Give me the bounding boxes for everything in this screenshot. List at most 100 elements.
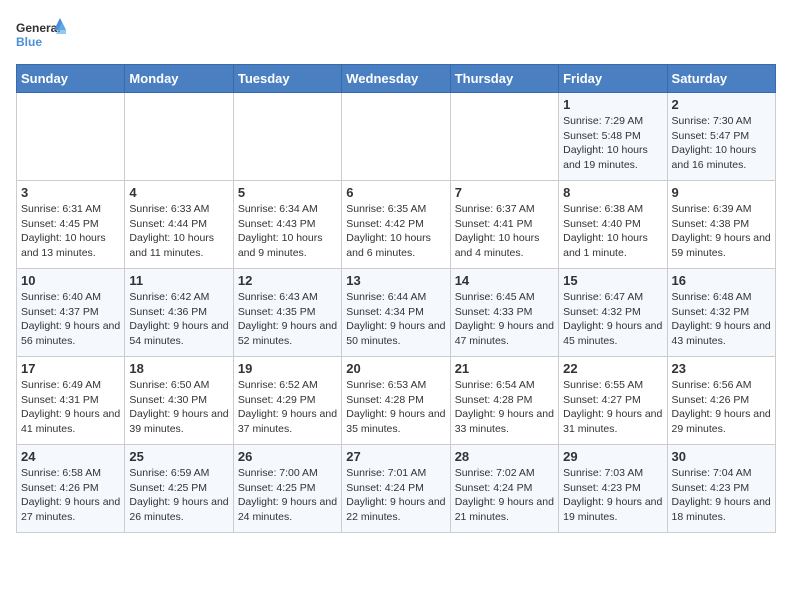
calendar-cell: 13Sunrise: 6:44 AM Sunset: 4:34 PM Dayli… [342,269,450,357]
calendar-cell: 18 Sunrise: 6:50 AM Sunset: 4:30 PM Dayli… [125,357,233,445]
day-info: Sunrise: 6:55 AM Sunset: 4:27 PM Dayligh… [563,378,662,437]
calendar-cell: 21 Sunrise: 6:54 AM Sunset: 4:28 PM Dayli… [450,357,558,445]
day-number: 24 [21,449,120,464]
calendar-cell: 26 Sunrise: 7:00 AM Sunset: 4:25 PM Dayli… [233,445,341,533]
day-number: 17 [21,361,120,376]
calendar-cell [17,93,125,181]
calendar-cell: 3 Sunrise: 6:31 AM Sunset: 4:45 PM Daylig… [17,181,125,269]
day-info: Sunrise: 6:42 AM Sunset: 4:36 PM Dayligh… [129,290,228,349]
weekday-header: Friday [559,65,667,93]
day-info: Sunrise: 6:58 AM Sunset: 4:26 PM Dayligh… [21,466,120,525]
day-info: Sunrise: 6:43 AM Sunset: 4:35 PM Dayligh… [238,290,337,349]
weekday-header: Wednesday [342,65,450,93]
calendar-cell: 30 Sunrise: 7:04 AM Sunset: 4:23 PM Dayli… [667,445,775,533]
calendar-cell [125,93,233,181]
day-info: Sunrise: 6:52 AM Sunset: 4:29 PM Dayligh… [238,378,337,437]
calendar-body: 1Sunrise: 7:29 AM Sunset: 5:48 PM Daylig… [17,93,776,533]
calendar-cell: 1Sunrise: 7:29 AM Sunset: 5:48 PM Daylig… [559,93,667,181]
day-info: Sunrise: 6:35 AM Sunset: 4:42 PM Dayligh… [346,202,445,261]
calendar-cell [450,93,558,181]
day-info: Sunrise: 7:04 AM Sunset: 4:23 PM Dayligh… [672,466,771,525]
calendar-cell [233,93,341,181]
weekday-header: Thursday [450,65,558,93]
day-number: 7 [455,185,554,200]
day-info: Sunrise: 6:37 AM Sunset: 4:41 PM Dayligh… [455,202,554,261]
svg-text:General: General [16,21,61,35]
day-info: Sunrise: 6:50 AM Sunset: 4:30 PM Dayligh… [129,378,228,437]
svg-text:Blue: Blue [16,35,42,49]
calendar-week-row: 1Sunrise: 7:29 AM Sunset: 5:48 PM Daylig… [17,93,776,181]
calendar-week-row: 3 Sunrise: 6:31 AM Sunset: 4:45 PM Daylig… [17,181,776,269]
day-number: 4 [129,185,228,200]
day-info: Sunrise: 7:30 AM Sunset: 5:47 PM Dayligh… [672,114,771,173]
day-number: 25 [129,449,228,464]
calendar-cell: 16Sunrise: 6:48 AM Sunset: 4:32 PM Dayli… [667,269,775,357]
day-number: 15 [563,273,662,288]
day-info: Sunrise: 6:34 AM Sunset: 4:43 PM Dayligh… [238,202,337,261]
day-info: Sunrise: 7:03 AM Sunset: 4:23 PM Dayligh… [563,466,662,525]
calendar-cell: 22 Sunrise: 6:55 AM Sunset: 4:27 PM Dayli… [559,357,667,445]
day-number: 22 [563,361,662,376]
day-info: Sunrise: 6:54 AM Sunset: 4:28 PM Dayligh… [455,378,554,437]
calendar-cell: 11 Sunrise: 6:42 AM Sunset: 4:36 PM Dayli… [125,269,233,357]
weekday-header: Sunday [17,65,125,93]
day-number: 26 [238,449,337,464]
calendar-cell: 14 Sunrise: 6:45 AM Sunset: 4:33 PM Dayli… [450,269,558,357]
day-number: 9 [672,185,771,200]
logo: General Blue [16,16,66,56]
calendar-week-row: 10Sunrise: 6:40 AM Sunset: 4:37 PM Dayli… [17,269,776,357]
day-number: 19 [238,361,337,376]
day-number: 28 [455,449,554,464]
day-info: Sunrise: 6:31 AM Sunset: 4:45 PM Dayligh… [21,202,120,261]
calendar-cell: 10Sunrise: 6:40 AM Sunset: 4:37 PM Dayli… [17,269,125,357]
day-number: 2 [672,97,771,112]
calendar-table: SundayMondayTuesdayWednesdayThursdayFrid… [16,64,776,533]
day-info: Sunrise: 6:56 AM Sunset: 4:26 PM Dayligh… [672,378,771,437]
day-info: Sunrise: 6:48 AM Sunset: 4:32 PM Dayligh… [672,290,771,349]
day-info: Sunrise: 7:02 AM Sunset: 4:24 PM Dayligh… [455,466,554,525]
day-number: 21 [455,361,554,376]
weekday-header: Saturday [667,65,775,93]
calendar-cell: 2 Sunrise: 7:30 AM Sunset: 5:47 PM Daylig… [667,93,775,181]
day-info: Sunrise: 7:00 AM Sunset: 4:25 PM Dayligh… [238,466,337,525]
calendar-cell: 19 Sunrise: 6:52 AM Sunset: 4:29 PM Dayli… [233,357,341,445]
calendar-cell: 9Sunrise: 6:39 AM Sunset: 4:38 PM Daylig… [667,181,775,269]
calendar-cell: 23 Sunrise: 6:56 AM Sunset: 4:26 PM Dayli… [667,357,775,445]
calendar-cell: 5 Sunrise: 6:34 AM Sunset: 4:43 PM Daylig… [233,181,341,269]
calendar-header-row: SundayMondayTuesdayWednesdayThursdayFrid… [17,65,776,93]
calendar-cell: 8Sunrise: 6:38 AM Sunset: 4:40 PM Daylig… [559,181,667,269]
day-number: 14 [455,273,554,288]
calendar-week-row: 24 Sunrise: 6:58 AM Sunset: 4:26 PM Dayli… [17,445,776,533]
day-number: 3 [21,185,120,200]
calendar-cell [342,93,450,181]
day-number: 5 [238,185,337,200]
calendar-week-row: 17 Sunrise: 6:49 AM Sunset: 4:31 PM Dayli… [17,357,776,445]
calendar-cell: 28 Sunrise: 7:02 AM Sunset: 4:24 PM Dayli… [450,445,558,533]
day-info: Sunrise: 6:45 AM Sunset: 4:33 PM Dayligh… [455,290,554,349]
weekday-header: Tuesday [233,65,341,93]
calendar-cell: 15 Sunrise: 6:47 AM Sunset: 4:32 PM Dayli… [559,269,667,357]
day-info: Sunrise: 6:44 AM Sunset: 4:34 PM Dayligh… [346,290,445,349]
day-info: Sunrise: 6:38 AM Sunset: 4:40 PM Dayligh… [563,202,662,261]
calendar-cell: 6Sunrise: 6:35 AM Sunset: 4:42 PM Daylig… [342,181,450,269]
page-header: General Blue [16,16,776,56]
day-number: 30 [672,449,771,464]
calendar-cell: 4 Sunrise: 6:33 AM Sunset: 4:44 PM Daylig… [125,181,233,269]
day-number: 1 [563,97,662,112]
day-info: Sunrise: 6:47 AM Sunset: 4:32 PM Dayligh… [563,290,662,349]
calendar-cell: 27Sunrise: 7:01 AM Sunset: 4:24 PM Dayli… [342,445,450,533]
day-number: 20 [346,361,445,376]
day-info: Sunrise: 6:40 AM Sunset: 4:37 PM Dayligh… [21,290,120,349]
day-info: Sunrise: 6:33 AM Sunset: 4:44 PM Dayligh… [129,202,228,261]
day-info: Sunrise: 6:49 AM Sunset: 4:31 PM Dayligh… [21,378,120,437]
day-info: Sunrise: 6:59 AM Sunset: 4:25 PM Dayligh… [129,466,228,525]
calendar-cell: 20Sunrise: 6:53 AM Sunset: 4:28 PM Dayli… [342,357,450,445]
day-number: 27 [346,449,445,464]
day-number: 11 [129,273,228,288]
day-number: 12 [238,273,337,288]
calendar-cell: 29Sunrise: 7:03 AM Sunset: 4:23 PM Dayli… [559,445,667,533]
day-number: 18 [129,361,228,376]
weekday-header: Monday [125,65,233,93]
calendar-cell: 7 Sunrise: 6:37 AM Sunset: 4:41 PM Daylig… [450,181,558,269]
day-number: 23 [672,361,771,376]
